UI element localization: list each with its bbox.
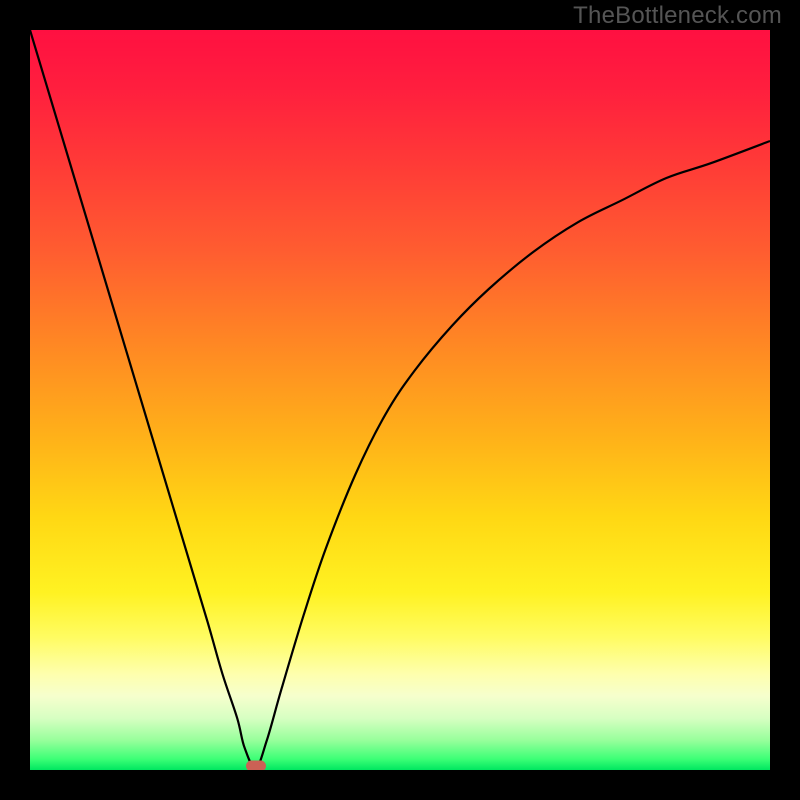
minimum-marker: [246, 760, 266, 770]
bottleneck-curve: [30, 30, 770, 768]
chart-frame: TheBottleneck.com: [0, 0, 800, 800]
watermark-text: TheBottleneck.com: [573, 2, 782, 30]
curve-svg: [30, 30, 770, 770]
plot-area: [30, 30, 770, 770]
